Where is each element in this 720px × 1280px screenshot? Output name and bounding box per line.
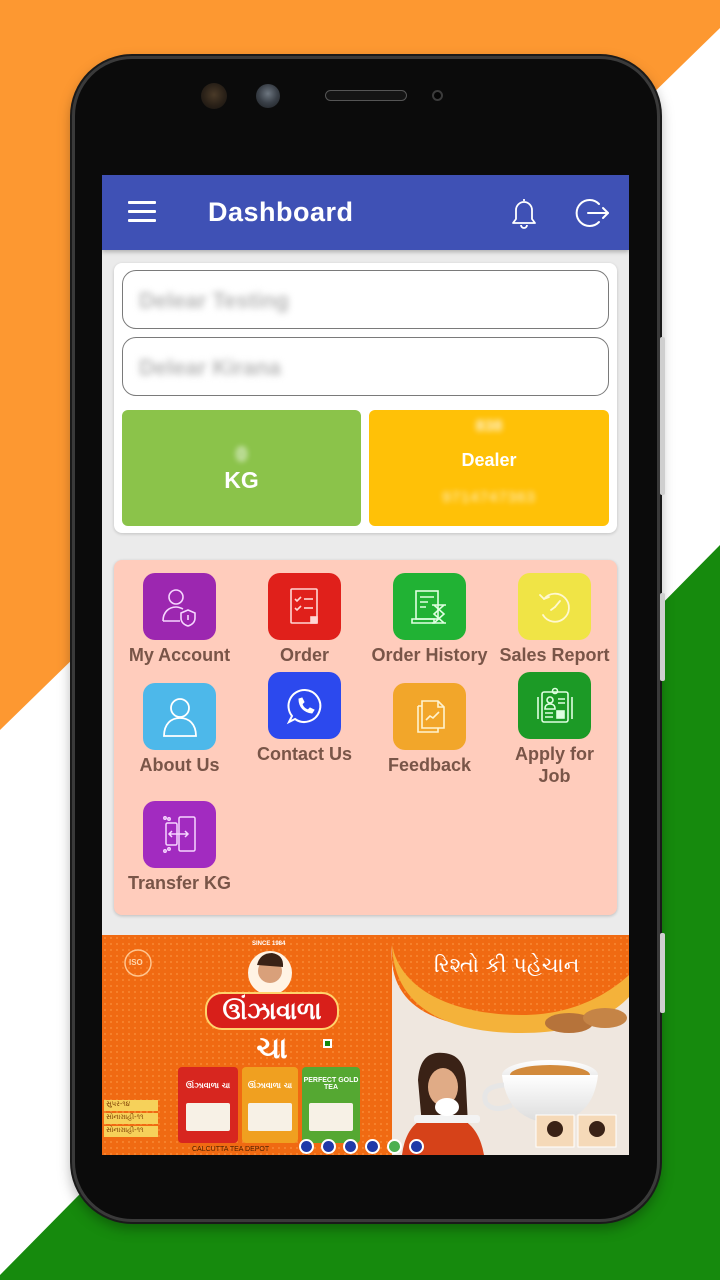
menu-item-about-us[interactable]: About Us xyxy=(117,683,242,776)
menu-item-label: Apply for Job xyxy=(515,744,594,786)
kg-value: 0 xyxy=(235,444,248,466)
hamburger-menu-icon[interactable] xyxy=(128,201,158,223)
menu-item-label: Sales Report xyxy=(499,645,610,665)
menu-item-label: Order xyxy=(279,645,330,665)
power-button xyxy=(660,593,665,681)
banner-brand-name: ઊંઝાવાળા xyxy=(222,997,322,1025)
carousel-dot[interactable] xyxy=(299,1139,314,1154)
dealer-name-field[interactable]: Delear Testing xyxy=(122,270,609,329)
bell-icon[interactable] xyxy=(506,195,542,231)
volume-button xyxy=(660,337,665,495)
carousel-dot[interactable] xyxy=(365,1139,380,1154)
banner-variant-3: સોનાગ્રાહી-૧૧ xyxy=(106,1126,144,1134)
chart-documents-icon xyxy=(393,683,466,750)
banner-iso-text: ISO xyxy=(129,958,143,967)
menu-item-transfer-kg[interactable]: Transfer KG xyxy=(117,801,242,894)
earpiece-speaker xyxy=(325,90,407,101)
menu-item-contact-us[interactable]: Contact Us xyxy=(242,672,367,765)
clock-refresh-icon xyxy=(518,573,591,640)
menu-item-order-history[interactable]: Order History xyxy=(367,573,492,666)
carousel-indicator xyxy=(299,1139,424,1154)
menu-item-label: Order History xyxy=(371,645,488,665)
menu-grid: My Account Order Order History Sales Rep… xyxy=(114,560,617,915)
carousel-dot[interactable] xyxy=(343,1139,358,1154)
dealer-info-card: Delear Testing Delear Kirana 0 KG 838 De… xyxy=(114,263,617,533)
front-camera xyxy=(201,83,227,109)
app-screen: Dashboard Delear Testing Delear Kirana 0 xyxy=(102,175,629,1155)
kg-unit-label: KG xyxy=(224,467,259,493)
menu-item-feedback[interactable]: Feedback xyxy=(367,683,492,776)
page-title: Dashboard xyxy=(208,197,354,227)
side-key xyxy=(660,933,665,1013)
banner-since-text: SINCE 1984 xyxy=(252,941,286,947)
id-badge-clipboard-icon xyxy=(518,672,591,739)
dealer-role-label: Dealer xyxy=(461,450,517,470)
dealer-name-value: Delear Testing xyxy=(139,288,289,313)
carousel-dot-active[interactable] xyxy=(387,1139,402,1154)
banner-pack-3: PERFECT GOLD TEA xyxy=(303,1077,359,1091)
shop-name-value: Delear Kirana xyxy=(139,355,281,380)
checklist-icon xyxy=(268,573,341,640)
carousel-dot[interactable] xyxy=(409,1139,424,1154)
menu-item-order[interactable]: Order xyxy=(242,573,367,666)
menu-item-my-account[interactable]: My Account xyxy=(117,573,242,666)
banner-product-name: ચા xyxy=(256,1031,288,1066)
banner-pack-2: ઊંઝાવાળા ચા xyxy=(247,1081,293,1090)
user-shield-icon xyxy=(143,573,216,640)
banner-variant-1: સુપર-૧૪ xyxy=(106,1100,131,1108)
dealer-info-tile[interactable]: 838 Dealer 9714747363 xyxy=(369,410,609,526)
menu-item-sales-report[interactable]: Sales Report xyxy=(492,573,617,666)
carousel-dot[interactable] xyxy=(321,1139,336,1154)
app-bar: Dashboard xyxy=(102,175,629,250)
whatsapp-icon xyxy=(268,672,341,739)
banner-footer-text: CALCUTTA TEA DEPOT xyxy=(192,1146,270,1153)
banner-variant-2: સોનાગ્રાહી-૧૧ xyxy=(106,1113,144,1121)
shop-name-field[interactable]: Delear Kirana xyxy=(122,337,609,396)
kg-balance-tile[interactable]: 0 KG xyxy=(122,410,361,526)
phone-transfer-icon xyxy=(143,801,216,868)
proximity-sensor xyxy=(432,90,443,101)
menu-item-label: About Us xyxy=(139,755,220,775)
logout-icon[interactable] xyxy=(572,195,612,231)
menu-item-apply-for-job[interactable]: Apply for Job xyxy=(492,672,617,787)
menu-item-label: Feedback xyxy=(387,755,472,775)
menu-item-label: Transfer KG xyxy=(127,873,232,893)
menu-item-label: My Account xyxy=(128,645,231,665)
banner-tagline: રિશ્તો કી પહેચાન xyxy=(434,953,580,977)
front-sensor xyxy=(256,84,280,108)
person-outline-icon xyxy=(143,683,216,750)
promo-banner[interactable]: SINCE 1984 ISO ઊંઝાવાળા ચા રિશ્તો કી પહે… xyxy=(102,935,629,1155)
menu-item-label: Contact Us xyxy=(256,744,352,764)
document-hourglass-icon xyxy=(393,573,466,640)
dealer-phone: 9714747363 xyxy=(442,489,536,506)
dealer-code: 838 xyxy=(475,418,503,435)
banner-pack-1: ઊંઝાવાળા ચા xyxy=(185,1081,231,1090)
